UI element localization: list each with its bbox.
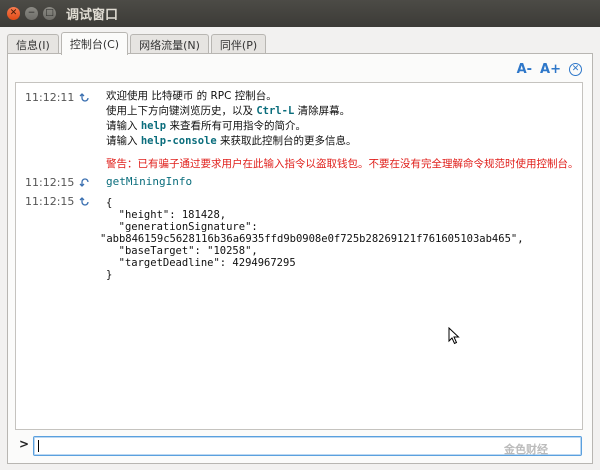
tab-bar: 信息(I) 控制台(C) 网络流量(N) 同伴(P)	[7, 32, 268, 55]
json-line: "abb846159c5628116b36a6935ffd9b0908e0f72…	[100, 233, 524, 245]
json-line: }	[106, 269, 113, 281]
window-title: 调试窗口	[66, 8, 119, 23]
welcome-line: 使用上下方向键浏览历史，以及 Ctrl-L 清除屏幕。	[106, 105, 351, 117]
font-controls: A- A+ ✕	[509, 62, 582, 77]
tab-network-traffic[interactable]: 网络流量(N)	[130, 34, 209, 55]
title-bar: ✕ − □ 调试窗口	[0, 0, 600, 27]
close-icon[interactable]: ✕	[7, 7, 20, 20]
command-text: getMiningInfo	[106, 175, 193, 188]
tab-console[interactable]: 控制台(C)	[60, 32, 129, 55]
watermark: 金色财经	[504, 443, 548, 456]
welcome-line: 请输入 help-console 来获取此控制台的更多信息。	[106, 135, 357, 147]
debug-window: 信息(I) 控制台(C) 网络流量(N) 同伴(P) A- A+ ✕ 11:12…	[0, 27, 600, 470]
decrease-font-button[interactable]: A-	[517, 62, 532, 77]
json-line: "baseTarget": "10258",	[106, 245, 258, 257]
reply-arrow-icon	[79, 197, 89, 206]
welcome-line: 欢迎使用 比特硬币 的 RPC 控制台。	[106, 90, 277, 102]
clear-console-icon[interactable]: ✕	[569, 63, 582, 76]
welcome-message: 欢迎使用 比特硬币 的 RPC 控制台。 使用上下方向键浏览历史，以及 Ctrl…	[106, 89, 579, 172]
mouse-pointer-icon	[448, 327, 460, 345]
welcome-line: 请输入 help 来查看所有可用指令的简介。	[106, 120, 306, 132]
text-caret	[38, 440, 39, 452]
json-line: {	[106, 197, 113, 209]
scam-warning: 警告：已有骗子通过要求用户在此输入指令以盗取钱包。不要在没有完全理解命令规范时使…	[106, 158, 579, 170]
console-output[interactable]: 11:12:11 欢迎使用 比特硬币 的 RPC 控制台。 使用上下方向键浏览历…	[15, 82, 583, 430]
json-line: "generationSignature":	[106, 221, 258, 233]
tab-info[interactable]: 信息(I)	[7, 34, 59, 55]
tab-peers[interactable]: 同伴(P)	[210, 34, 267, 55]
timestamp: 11:12:11	[25, 91, 75, 104]
result-json: { "height": 181428, "generationSignature…	[100, 197, 524, 281]
timestamp: 11:12:15	[25, 176, 75, 189]
maximize-icon[interactable]: □	[43, 7, 56, 20]
json-line: "targetDeadline": 4294967295	[106, 257, 296, 269]
prompt-icon: >	[19, 437, 30, 451]
console-command-input[interactable]	[33, 436, 582, 456]
console-panel: A- A+ ✕ 11:12:11 欢迎使用 比特硬币 的 RPC 控制台。 使用…	[7, 53, 593, 464]
timestamp: 11:12:15	[25, 195, 75, 208]
json-line: "height": 181428,	[106, 209, 227, 221]
reply-arrow-icon	[79, 93, 89, 102]
minimize-icon[interactable]: −	[25, 7, 38, 20]
increase-font-button[interactable]: A+	[540, 62, 561, 77]
command-arrow-icon	[79, 178, 89, 187]
